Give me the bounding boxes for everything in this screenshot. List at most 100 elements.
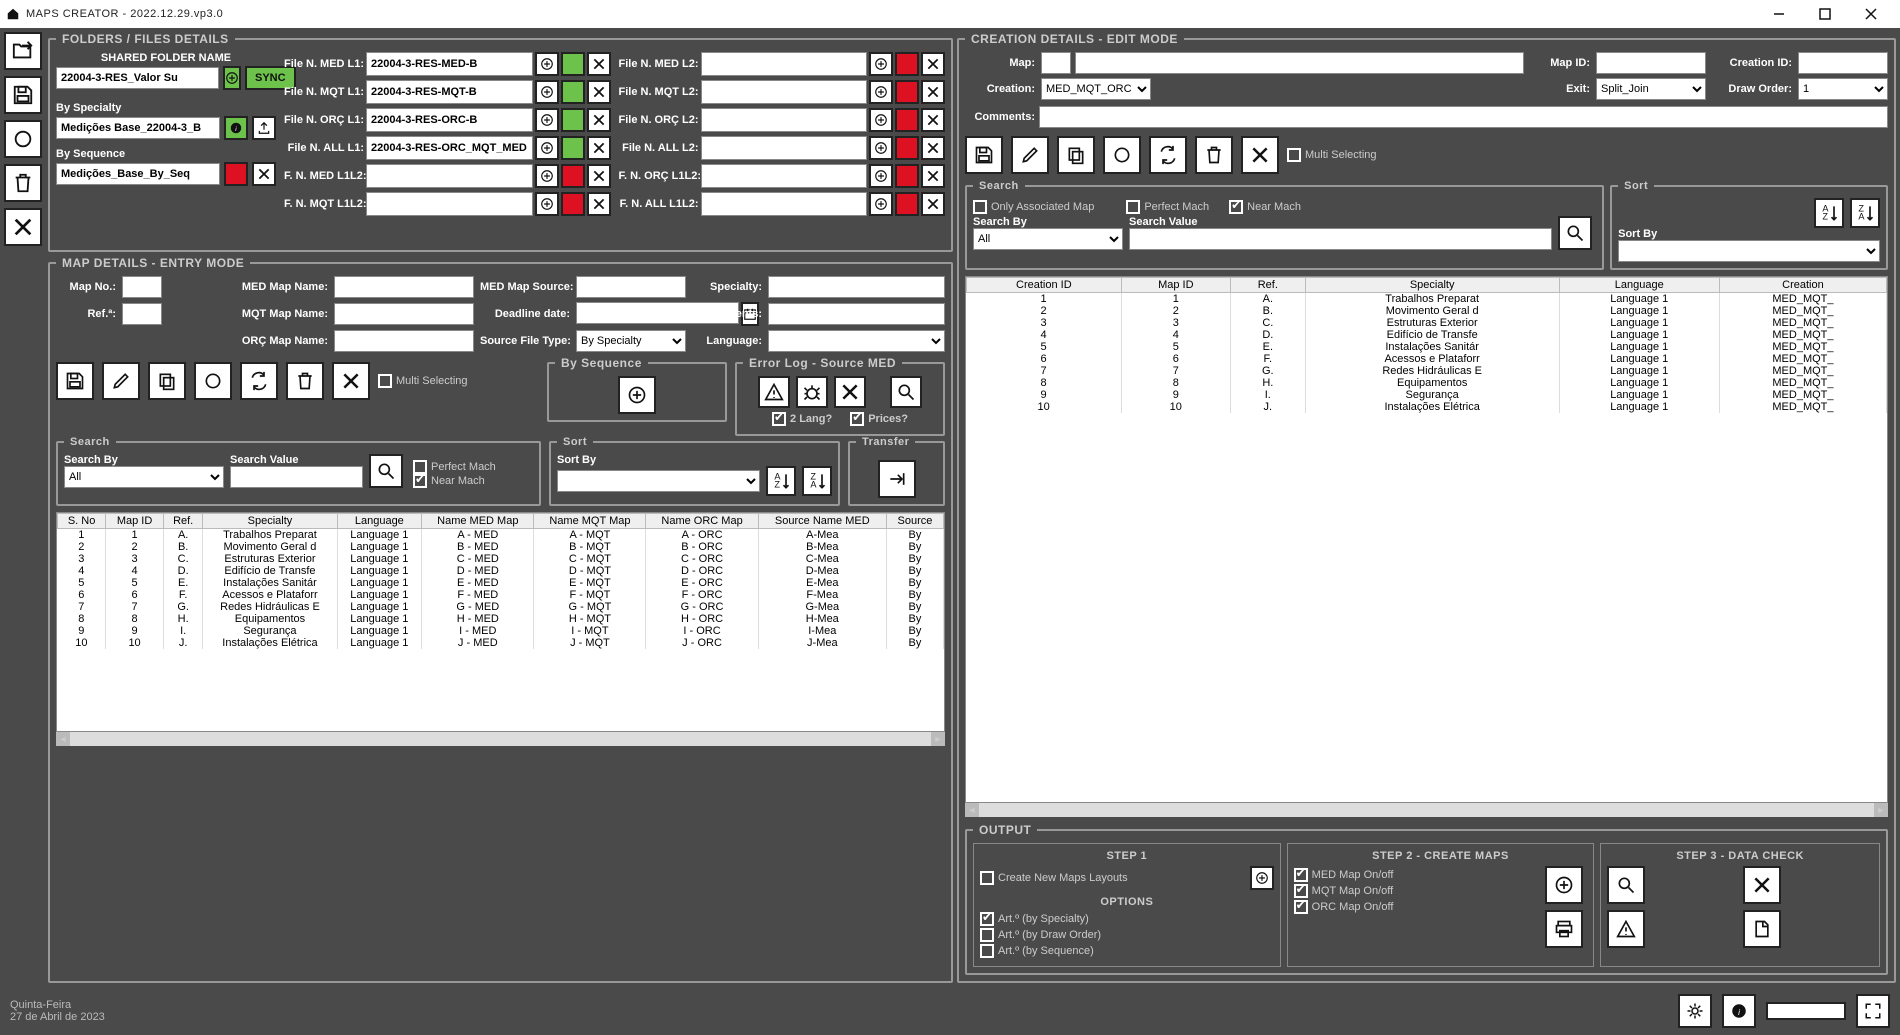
c-trash-button[interactable]	[1195, 136, 1233, 174]
m-multi-selecting[interactable]: Multi Selecting	[378, 374, 468, 388]
column-header[interactable]: Map ID	[106, 514, 164, 529]
prices-check[interactable]: Prices?	[850, 412, 908, 426]
step3-x-button[interactable]	[1743, 866, 1781, 904]
err-warn-button[interactable]	[758, 376, 790, 408]
file-add-button[interactable]	[535, 136, 559, 160]
file-input[interactable]	[366, 164, 533, 188]
column-header[interactable]: Language	[337, 514, 422, 529]
column-header[interactable]: S. No	[58, 514, 106, 529]
column-header[interactable]: Specialty	[203, 514, 337, 529]
table-row[interactable]: 55E.Instalações SanitárLanguage 1MED_MQT…	[967, 341, 1887, 353]
c-sortby-select[interactable]	[1618, 240, 1880, 262]
orc-on-check[interactable]: ORC Map On/off	[1294, 900, 1394, 914]
sequence-x-button[interactable]	[252, 162, 276, 186]
file-input[interactable]	[701, 136, 868, 160]
table-row[interactable]: 66F.Acessos e PlataforrLanguage 1F - MED…	[58, 589, 944, 601]
step2-add-button[interactable]	[1545, 866, 1583, 904]
medsource-input[interactable]	[576, 276, 686, 298]
creationid-input[interactable]	[1798, 52, 1888, 74]
file-add-button[interactable]	[535, 108, 559, 132]
c-sort-az-button[interactable]	[1814, 198, 1844, 228]
c-cycle-button[interactable]	[1149, 136, 1187, 174]
c-searchvalue-input[interactable]	[1129, 228, 1552, 250]
table-row[interactable]: 1010J.Instalações ElétricaLanguage 1MED_…	[967, 401, 1887, 413]
file-input[interactable]	[366, 136, 533, 160]
file-x-button[interactable]	[921, 164, 945, 188]
step3-warn-button[interactable]	[1607, 910, 1645, 948]
m-sort-za-button[interactable]	[802, 466, 832, 496]
file-input[interactable]	[366, 192, 533, 216]
delete-button[interactable]	[4, 164, 42, 202]
c-edit-button[interactable]	[1011, 136, 1049, 174]
file-status-button[interactable]	[895, 164, 919, 188]
file-status-button[interactable]	[895, 136, 919, 160]
file-add-button[interactable]	[869, 52, 893, 76]
m-refresh-button[interactable]	[194, 362, 232, 400]
column-header[interactable]: Name MED Map	[422, 514, 534, 529]
table-row[interactable]: 11A.Trabalhos PreparatLanguage 1MED_MQT_	[967, 293, 1887, 306]
c-searchby-select[interactable]: All	[973, 228, 1123, 250]
c-x-button[interactable]	[1241, 136, 1279, 174]
file-input[interactable]	[701, 80, 868, 104]
window-close[interactable]	[1848, 0, 1894, 28]
file-input[interactable]	[701, 192, 868, 216]
file-add-button[interactable]	[535, 192, 559, 216]
shared-add-button[interactable]	[223, 66, 241, 90]
m-searchby-select[interactable]: All	[64, 466, 224, 488]
m-cycle-button[interactable]	[240, 362, 278, 400]
file-add-button[interactable]	[535, 164, 559, 188]
medname-input[interactable]	[334, 276, 474, 298]
m-x-button[interactable]	[332, 362, 370, 400]
specialty-input[interactable]	[768, 276, 945, 298]
window-minimize[interactable]	[1756, 0, 1802, 28]
file-x-button[interactable]	[587, 108, 611, 132]
step3-doc-button[interactable]	[1743, 910, 1781, 948]
comments-input[interactable]	[768, 303, 945, 325]
file-x-button[interactable]	[921, 52, 945, 76]
art-draw-check[interactable]: Art.º (by Draw Order)	[980, 928, 1101, 942]
file-input[interactable]	[366, 80, 533, 104]
refresh-button[interactable]	[4, 120, 42, 158]
file-x-button[interactable]	[921, 192, 945, 216]
table-row[interactable]: 77G.Redes Hidráulicas ELanguage 1G - MED…	[58, 601, 944, 613]
file-x-button[interactable]	[587, 52, 611, 76]
m-sortby-select[interactable]	[557, 470, 760, 492]
m-near-mach[interactable]: Near Mach	[413, 475, 485, 487]
table-row[interactable]: 33C.Estruturas ExteriorLanguage 1C - MED…	[58, 553, 944, 565]
c-only-assoc[interactable]: Only Associated Map	[973, 200, 1094, 214]
file-status-button[interactable]	[895, 108, 919, 132]
table-row[interactable]: 1010J.Instalações ElétricaLanguage 1J - …	[58, 637, 944, 649]
column-header[interactable]: Ref.	[1230, 278, 1305, 293]
err-bug-button[interactable]	[796, 376, 828, 408]
c-search-button[interactable]	[1558, 216, 1592, 250]
c-sort-za-button[interactable]	[1850, 198, 1880, 228]
step1-add-button[interactable]	[1250, 866, 1274, 890]
mqtname-input[interactable]	[334, 303, 474, 325]
step3-search-button[interactable]	[1607, 866, 1645, 904]
orcname-input[interactable]	[334, 330, 474, 352]
mqt-on-check[interactable]: MQT Map On/off	[1294, 884, 1394, 898]
column-header[interactable]: Name MQT Map	[534, 514, 646, 529]
column-header[interactable]: Creation	[1719, 278, 1886, 293]
column-header[interactable]: Specialty	[1305, 278, 1559, 293]
by-sequence-input[interactable]	[56, 163, 220, 185]
sequence-status-button[interactable]	[224, 162, 248, 186]
m-search-button[interactable]	[369, 454, 403, 488]
specialty-upload-button[interactable]	[252, 116, 276, 140]
m-copy-button[interactable]	[148, 362, 186, 400]
language-select[interactable]	[768, 330, 945, 352]
table-row[interactable]: 22B.Movimento Geral dLanguage 1MED_MQT_	[967, 305, 1887, 317]
table-row[interactable]: 77G.Redes Hidráulicas ELanguage 1MED_MQT…	[967, 365, 1887, 377]
err-x-button[interactable]	[834, 376, 866, 408]
file-x-button[interactable]	[587, 136, 611, 160]
c-multi-selecting[interactable]: Multi Selecting	[1287, 148, 1377, 162]
transfer-button[interactable]	[878, 460, 916, 498]
mapdetails-table[interactable]: S. NoMap IDRef.SpecialtyLanguageName MED…	[56, 512, 945, 732]
file-add-button[interactable]	[869, 164, 893, 188]
c-save-button[interactable]	[965, 136, 1003, 174]
file-status-button[interactable]	[561, 80, 585, 104]
art-seq-check[interactable]: Art.º (by Sequence)	[980, 944, 1094, 958]
table-row[interactable]: 99I.SegurançaLanguage 1I - MEDI - MQTI -…	[58, 625, 944, 637]
column-header[interactable]: Creation ID	[967, 278, 1122, 293]
file-status-button[interactable]	[561, 192, 585, 216]
